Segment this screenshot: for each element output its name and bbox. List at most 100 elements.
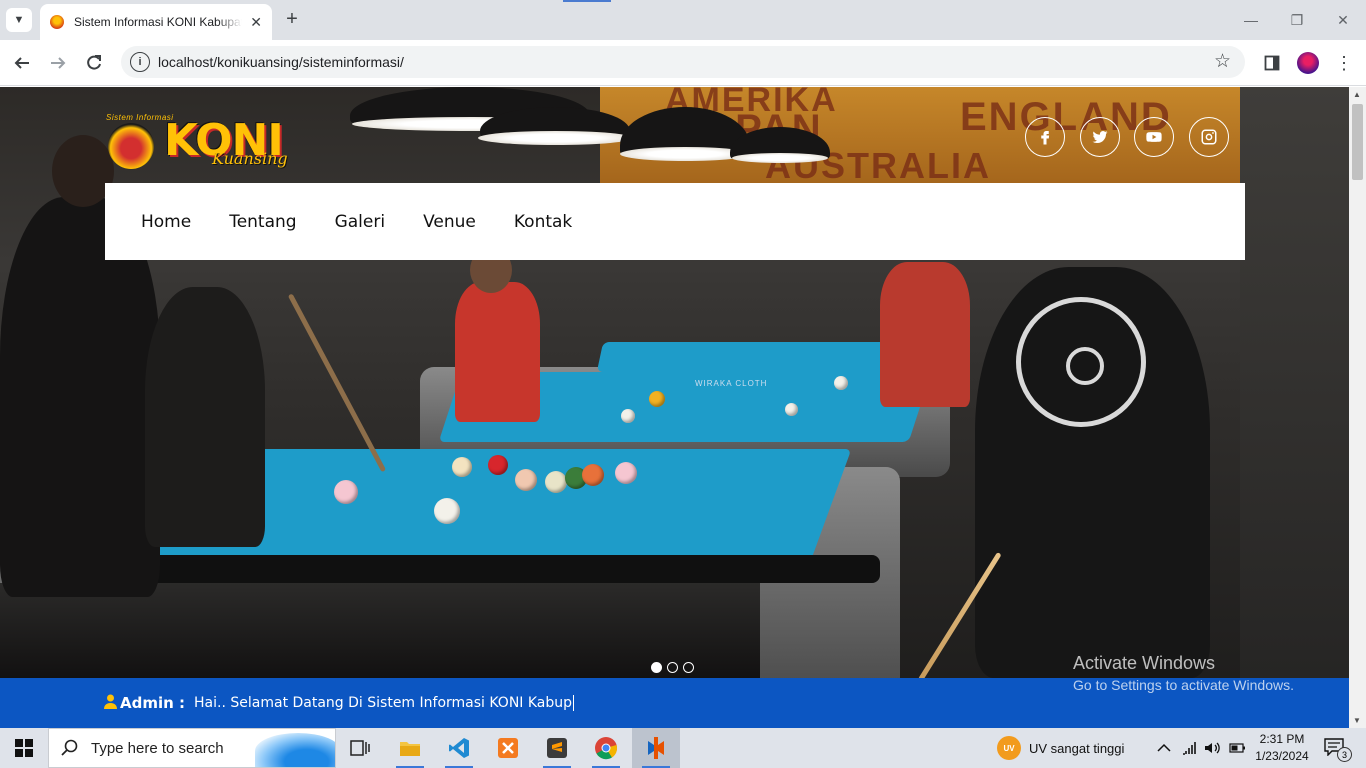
sublime-app[interactable] [533,728,581,768]
search-highlight-image [255,733,335,767]
close-tab-icon[interactable]: ✕ [250,14,262,31]
restore-button[interactable]: ❐ [1274,0,1320,40]
xampp-app[interactable] [484,728,532,768]
tab-title: Sistem Informasi KONI Kabupaten Kuansing [74,15,242,29]
scrollbar-thumb[interactable] [1352,104,1363,180]
arrow-left-icon [14,57,29,69]
reload-icon [87,55,101,70]
volume-control[interactable] [1204,728,1221,768]
show-hidden-icons-button[interactable] [1157,728,1171,768]
taskbar-search[interactable]: Type here to search [48,728,336,768]
ball [545,471,567,493]
browser-tab-bar: ▼ Sistem Informasi KONI Kabupaten Kuansi… [0,0,1366,40]
red-shirt-player [455,282,540,422]
search-placeholder: Type here to search [91,739,224,757]
ball [434,498,460,524]
ticker-message: Hai.. Selamat Datang Di Sistem Informasi… [194,695,575,711]
chevron-down-icon: ▼ [13,14,25,26]
site-info-icon[interactable]: i [130,52,150,72]
browser-tab[interactable]: Sistem Informasi KONI Kabupaten Kuansing… [40,4,272,40]
app-icon [648,737,664,759]
slider-dot[interactable] [683,662,694,673]
right-wall [1240,87,1349,678]
url-text[interactable]: localhost/konikuansing/sisteminformasi/ [158,54,404,70]
notification-center-button[interactable]: 3 [1324,738,1352,762]
chrome-icon [595,737,618,760]
nav-home[interactable]: Home [141,212,191,232]
nav-tentang[interactable]: Tentang [229,212,296,232]
twitter-icon [1092,131,1108,144]
file-explorer-app[interactable] [386,728,434,768]
folder-icon [400,742,420,756]
table-side [0,583,760,678]
xampp-icon [498,738,518,758]
ball [452,457,472,477]
speaker-icon [1205,742,1220,754]
favicon-icon [50,15,64,29]
user-icon [104,694,117,713]
main-nav: Home Tentang Galeri Venue Kontak [105,183,1245,260]
address-bar[interactable]: i localhost/konikuansing/sisteminformasi… [121,46,1245,78]
facebook-icon [1041,131,1050,145]
table-label: WIRAKA CLOTH [695,379,768,388]
bookmark-star-icon[interactable]: ☆ [1214,50,1231,73]
system-clock[interactable]: 2:31 PM 1/23/2024 [1252,731,1312,765]
ball [834,376,848,390]
windows-taskbar: Type here to search UV UV sangat tinggi … [0,728,1366,768]
hero-slider: AMERIKA JAPAN ENGLAND AUSTRALIA WIRAKA C… [0,87,1349,678]
app-pinned[interactable] [632,728,680,768]
profile-avatar[interactable] [1297,52,1319,74]
scroll-up-icon[interactable]: ▲ [1353,90,1361,99]
youtube-link[interactable] [1134,117,1174,157]
slider-dot[interactable] [667,662,678,673]
back-table-felt [596,342,924,372]
ticker-label: Admin : [120,694,186,712]
ball [615,462,637,484]
new-tab-button[interactable]: + [282,8,302,32]
ball [785,403,798,416]
back-button[interactable] [7,48,37,78]
task-view-icon [350,740,370,756]
chrome-app[interactable] [582,728,630,768]
slider-dot[interactable] [651,662,662,673]
forward-button[interactable] [43,48,73,78]
minimize-button[interactable]: ― [1228,0,1274,40]
twitter-link[interactable] [1080,117,1120,157]
youtube-icon [1146,132,1162,142]
nav-venue[interactable]: Venue [423,212,476,232]
task-view-button[interactable] [336,728,384,768]
reload-button[interactable] [79,48,109,78]
page-scrollbar[interactable]: ▲ ▼ [1349,87,1366,728]
tab-search-button[interactable]: ▼ [6,8,32,32]
notification-count-badge: 3 [1337,747,1352,762]
instagram-icon [1201,129,1217,145]
lamp-light [478,131,633,145]
browser-menu-icon[interactable]: ⋮ [1333,52,1355,74]
battery-status[interactable] [1229,728,1246,768]
pool-cue [287,293,387,473]
nav-galeri[interactable]: Galeri [335,212,386,232]
uv-badge-icon: UV [997,736,1021,760]
instagram-link[interactable] [1189,117,1229,157]
side-panel-icon [1264,55,1280,71]
browser-toolbar: i localhost/konikuansing/sisteminformasi… [0,40,1366,86]
red-shirt-player [880,262,970,407]
close-window-button[interactable]: ✕ [1320,0,1366,40]
sublime-text-icon [547,738,567,758]
network-status[interactable] [1182,728,1198,768]
lamp-light [732,153,828,163]
page-viewport: AMERIKA JAPAN ENGLAND AUSTRALIA WIRAKA C… [0,87,1349,728]
vscode-app[interactable] [435,728,483,768]
start-button[interactable] [0,728,48,768]
nav-kontak[interactable]: Kontak [514,212,572,232]
scroll-down-icon[interactable]: ▼ [1353,716,1361,725]
site-logo[interactable]: Sistem Informasi KONI Kuansing [106,113,288,175]
windows-logo-icon [15,739,33,757]
battery-icon [1229,743,1245,753]
search-icon [61,739,78,756]
weather-text: UV sangat tinggi [1029,740,1125,756]
clock-time: 2:31 PM [1259,732,1305,746]
side-panel-button[interactable] [1261,52,1283,74]
facebook-link[interactable] [1025,117,1065,157]
weather-widget[interactable]: UV UV sangat tinggi [997,728,1124,768]
